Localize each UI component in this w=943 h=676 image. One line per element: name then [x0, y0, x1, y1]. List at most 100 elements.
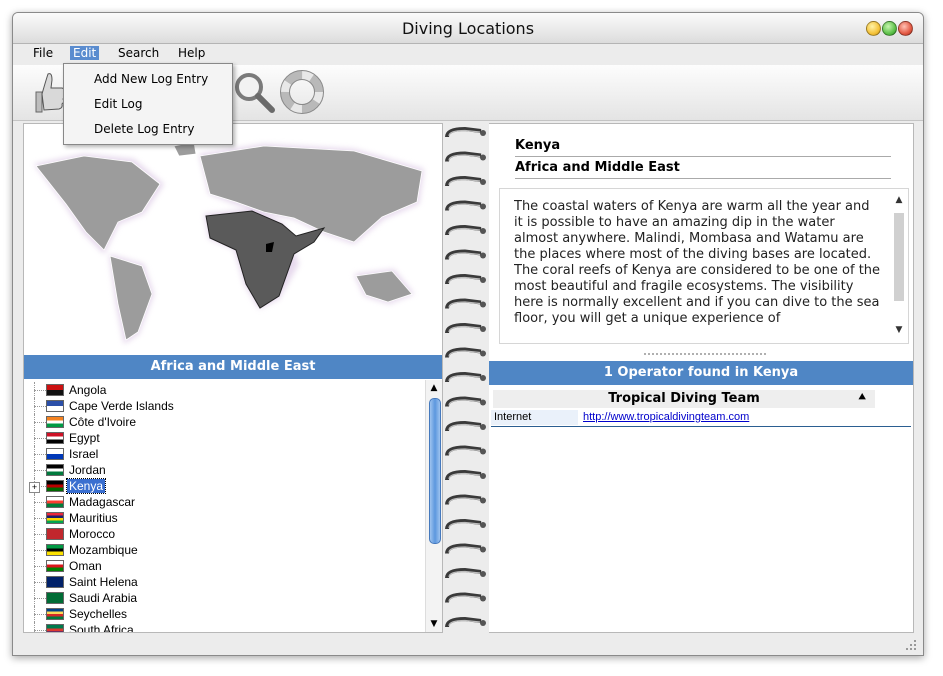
operator-website-link[interactable]: http://www.tropicaldivingteam.com — [583, 411, 749, 423]
tree-line — [34, 598, 46, 599]
country-tree: Angola Cape Verde Islands Côte d'Ivoire Egy… — [24, 380, 424, 632]
title-bar[interactable]: Diving Locations — [13, 13, 923, 44]
flag-icon — [46, 496, 64, 508]
splitter-grip[interactable] — [643, 352, 767, 357]
tree-item-oman[interactable]: Oman — [24, 558, 404, 574]
edit-menu-dropdown: Add New Log Entry Edit Log Delete Log En… — [63, 63, 233, 145]
region-panel: Africa and Middle East Angola Cape Verde … — [23, 123, 443, 633]
tree-line — [34, 582, 46, 583]
tree-line — [34, 566, 46, 567]
tree-line — [34, 518, 46, 519]
minimize-button[interactable] — [866, 21, 881, 36]
country-name: Oman — [69, 559, 102, 573]
tree-line — [34, 454, 46, 455]
country-name: Israel — [69, 447, 99, 461]
operator-header[interactable]: Tropical Diving Team ⯅ — [493, 390, 875, 408]
tree-line — [34, 550, 46, 551]
country-name: Mozambique — [69, 543, 138, 557]
menu-add-log-entry[interactable]: Add New Log Entry — [94, 72, 208, 86]
flag-icon — [46, 416, 64, 428]
tree-item-saint-helena[interactable]: Saint Helena — [24, 574, 404, 590]
country-name: Madagascar — [69, 495, 136, 509]
tree-item-angola[interactable]: Angola — [24, 382, 404, 398]
spiral-ring — [445, 298, 486, 309]
scroll-up-arrow-icon[interactable]: ▲ — [426, 380, 442, 396]
tree-line — [34, 470, 46, 471]
tree-item-morocco[interactable]: Morocco — [24, 526, 404, 542]
flag-icon — [46, 592, 64, 604]
resize-grip-icon[interactable] — [905, 639, 917, 651]
menu-edit-log[interactable]: Edit Log — [94, 97, 143, 111]
close-button[interactable] — [898, 21, 913, 36]
menu-delete-log-entry[interactable]: Delete Log Entry — [94, 122, 194, 136]
scroll-down-arrow-icon[interactable]: ▼ — [892, 325, 906, 335]
scroll-thumb[interactable] — [429, 398, 441, 544]
country-name: Angola — [69, 383, 107, 397]
tree-line — [34, 390, 46, 391]
tree-item-cape-verde-islands[interactable]: Cape Verde Islands — [24, 398, 404, 414]
tree-item-seychelles[interactable]: Seychelles — [24, 606, 404, 622]
expand-icon[interactable]: + — [29, 482, 40, 493]
tree-item-israel[interactable]: Israel — [24, 446, 404, 462]
scroll-up-arrow-icon[interactable]: ▲ — [892, 195, 906, 205]
country-name: South Africa — [69, 623, 134, 632]
flag-icon — [46, 464, 64, 476]
collapse-icon[interactable]: ⯅ — [857, 390, 867, 405]
spiral-ring — [445, 494, 486, 505]
flag-icon — [46, 512, 64, 524]
maximize-button[interactable] — [882, 21, 897, 36]
flag-icon — [46, 624, 64, 632]
spiral-ring — [445, 249, 486, 260]
flag-icon — [46, 576, 64, 588]
spiral-ring — [445, 200, 486, 211]
description-scrollbar[interactable]: ▲ ▼ — [892, 195, 906, 335]
spiral-ring — [445, 543, 486, 554]
country-name: Cape Verde Islands — [69, 399, 174, 413]
window-title: Diving Locations — [401, 19, 535, 38]
menu-edit[interactable]: Edit — [70, 46, 100, 60]
spiral-binding — [441, 123, 491, 631]
lifebuoy-icon[interactable] — [279, 69, 325, 115]
tree-item-egypt[interactable]: Egypt — [24, 430, 404, 446]
description-box[interactable]: The coastal waters of Kenya are warm all… — [499, 188, 909, 344]
menu-search[interactable]: Search — [115, 46, 162, 60]
spiral-ring — [445, 126, 486, 138]
tree-item-jordan[interactable]: Jordan — [24, 462, 404, 478]
country-name: Côte d'Ivoire — [69, 415, 136, 429]
spiral-ring — [445, 518, 486, 530]
country-name: Jordan — [69, 463, 106, 477]
spiral-ring — [445, 347, 486, 358]
country-name: Saudi Arabia — [69, 591, 138, 605]
flag-icon — [46, 448, 64, 460]
spiral-ring — [445, 567, 486, 579]
tree-line — [34, 406, 46, 407]
tree-item-kenya[interactable]: + Kenya — [24, 478, 404, 494]
flag-icon — [46, 432, 64, 444]
country-name: Saint Helena — [69, 575, 138, 589]
tree-item-mozambique[interactable]: Mozambique — [24, 542, 404, 558]
spiral-ring — [445, 469, 486, 481]
operator-name: Tropical Diving Team — [608, 391, 760, 406]
country-name: Mauritius — [69, 511, 118, 525]
tree-item-mauritius[interactable]: Mauritius — [24, 510, 404, 526]
tree-line — [34, 438, 46, 439]
spiral-ring — [445, 322, 486, 334]
tree-item-c-te-d-ivoire[interactable]: Côte d'Ivoire — [24, 414, 404, 430]
spiral-ring — [445, 445, 486, 456]
spiral-ring — [445, 224, 486, 236]
world-map[interactable] — [24, 124, 442, 354]
menu-file[interactable]: File — [30, 46, 56, 60]
menu-help[interactable]: Help — [175, 46, 208, 60]
country-title: Kenya — [515, 138, 891, 157]
status-bar — [13, 633, 923, 655]
tree-item-madagascar[interactable]: Madagascar — [24, 494, 404, 510]
description-text: The coastal waters of Kenya are warm all… — [514, 199, 881, 326]
operator-internet-row: Internet http://www.tropicaldivingteam.c… — [491, 410, 911, 427]
tree-item-south-africa[interactable]: South Africa — [24, 622, 404, 632]
scroll-thumb[interactable] — [894, 213, 904, 301]
scroll-down-arrow-icon[interactable]: ▼ — [426, 616, 442, 632]
country-name: Seychelles — [69, 607, 128, 621]
tree-scrollbar[interactable]: ▲ ▼ — [425, 380, 442, 632]
magnifier-icon[interactable] — [231, 69, 277, 115]
tree-item-saudi-arabia[interactable]: Saudi Arabia — [24, 590, 404, 606]
